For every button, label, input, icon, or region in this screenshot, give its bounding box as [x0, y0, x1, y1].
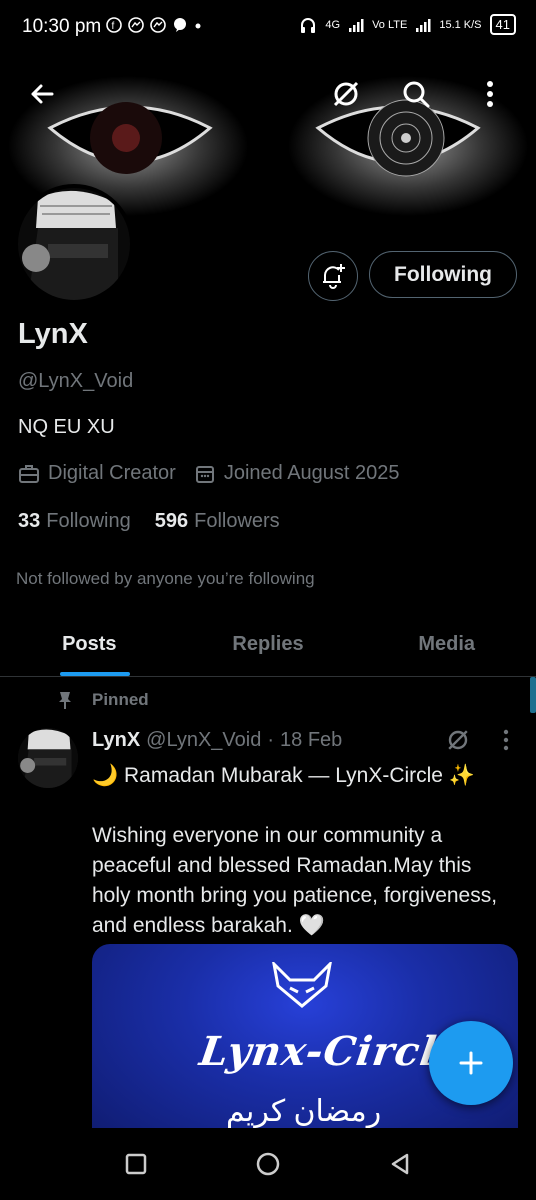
followers-stat[interactable]: 596 Followers — [155, 510, 280, 533]
grok-icon — [333, 81, 359, 107]
pinned-indicator: Pinned — [56, 690, 149, 710]
more-vertical-icon — [503, 729, 509, 751]
followers-label: Followers — [194, 510, 280, 532]
profile-meta: Digital Creator Joined August 2025 — [18, 462, 400, 485]
profile-bio: NQ EU XU — [18, 416, 115, 438]
follow-stats: 33 Following 596 Followers — [18, 510, 280, 533]
bell-plus-icon — [323, 264, 345, 289]
joined-date: Joined August 2025 — [223, 462, 400, 484]
following-button[interactable]: Following — [369, 251, 517, 298]
post-more-button[interactable] — [486, 718, 526, 762]
signal-icon-2 — [416, 18, 431, 32]
pin-icon — [59, 692, 71, 709]
battery-indicator: 41 — [489, 14, 516, 35]
dot-icon — [195, 23, 201, 29]
pinned-label: Pinned — [92, 690, 149, 709]
network-generation: 4G — [325, 18, 341, 31]
media-title: Lynx-Circle — [196, 1028, 467, 1075]
avatar-image — [18, 188, 130, 300]
network-speed: 15.1 K/S — [439, 18, 482, 31]
profile-handle: @LynX_Void — [18, 370, 134, 392]
messenger-icon — [128, 17, 144, 33]
calendar-icon — [195, 465, 214, 483]
search-button[interactable] — [394, 72, 438, 116]
media-subtitle: رمضان كريم — [226, 1095, 382, 1128]
grok-icon — [448, 730, 468, 750]
chat-bubble-icon — [174, 18, 186, 32]
plus-icon — [459, 1051, 483, 1075]
signal-icon — [349, 18, 364, 32]
messenger-icon-2 — [150, 17, 166, 33]
search-icon — [403, 81, 430, 108]
profile-tabs: Posts Replies Media — [0, 612, 536, 677]
avatar-image — [18, 728, 78, 788]
following-stat[interactable]: 33 Following — [18, 510, 131, 533]
facebook-icon: f — [106, 17, 122, 33]
arrow-left-icon — [31, 84, 54, 104]
scrollbar-thumb[interactable] — [530, 677, 536, 713]
back-button[interactable] — [20, 72, 64, 116]
grok-button[interactable] — [324, 72, 368, 116]
compose-button[interactable] — [429, 1021, 513, 1105]
headphones-icon — [301, 17, 316, 33]
system-indicators: 4G Vo LTE 15.1 K/S 41 — [299, 14, 516, 35]
home-icon[interactable] — [254, 1150, 282, 1178]
back-nav-icon[interactable] — [387, 1151, 413, 1177]
notification-icons: f — [106, 17, 202, 33]
following-count: 33 — [18, 510, 41, 532]
more-vertical-icon — [487, 81, 493, 107]
svg-text:f: f — [112, 21, 115, 32]
tab-posts[interactable]: Posts — [0, 612, 179, 676]
fox-logo-icon — [272, 962, 332, 1008]
post-separator: · — [267, 729, 275, 751]
volte-label: Vo LTE — [372, 18, 408, 31]
system-nav-bar — [0, 1128, 536, 1200]
profile-category: Digital Creator — [48, 462, 176, 484]
post-grok-button[interactable] — [436, 718, 480, 762]
status-time: 10:30 pm — [22, 16, 102, 37]
post-author-handle[interactable]: @LynX_Void — [146, 729, 261, 752]
followers-count: 596 — [154, 510, 189, 532]
not-followed-note: Not followed by anyone you’re following — [16, 569, 315, 588]
following-label: Following — [46, 510, 131, 532]
status-bar: 10:30 pm f 4G Vo LTE 15.1 K/S 41 — [0, 0, 536, 56]
profile-name: LynX — [18, 318, 88, 350]
post-text: 🌙 Ramadan Mubarak — LynX-Circle ✨ Wishin… — [92, 764, 498, 937]
tab-replies[interactable]: Replies — [179, 612, 358, 676]
post-author-name[interactable]: LynX — [92, 729, 140, 752]
post-author-avatar[interactable] — [18, 728, 78, 788]
notifications-button[interactable] — [308, 251, 358, 301]
recents-icon[interactable] — [123, 1151, 149, 1177]
post-date[interactable]: 18 Feb — [280, 729, 342, 752]
post-header: LynX @LynX_Void · 18 Feb — [92, 729, 342, 752]
more-options-button[interactable] — [468, 72, 512, 116]
profile-avatar[interactable] — [14, 184, 134, 304]
briefcase-icon — [19, 464, 39, 483]
tab-media[interactable]: Media — [357, 612, 536, 676]
